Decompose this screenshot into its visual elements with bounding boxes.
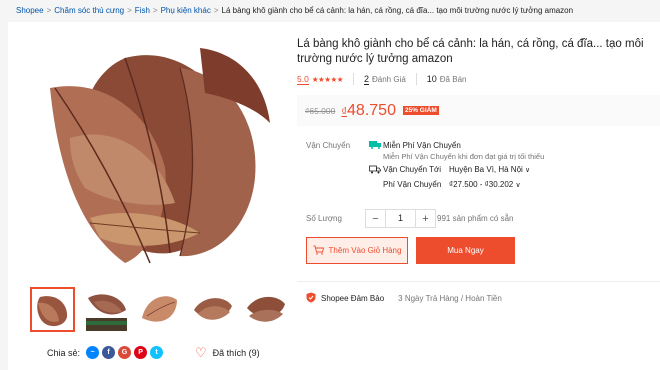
rating-value[interactable]: 5.0: [297, 74, 309, 85]
like-label: Đã thích (9): [212, 347, 260, 358]
facebook-icon[interactable]: f: [102, 346, 116, 359]
rating-stars-icon: ★★★★★: [311, 74, 344, 84]
cart-icon: [313, 245, 324, 257]
available-stock: 991 sản phẩm có sẵn: [437, 214, 514, 223]
breadcrumb-separator: >: [213, 6, 219, 15]
divider: [415, 73, 417, 85]
discount-badge: 25% GIẢM: [402, 106, 439, 115]
add-to-cart-button[interactable]: Thêm Vào Giỏ Hàng: [306, 237, 408, 264]
thumbnail-3[interactable]: [136, 287, 181, 332]
shopee-guarantee[interactable]: Shopee Đảm Bảo 3 Ngày Trả Hàng / Hoàn Ti…: [306, 292, 502, 305]
sold-count: 10: [426, 74, 437, 84]
buy-now-button[interactable]: Mua Ngay: [416, 237, 515, 264]
ship-to-value: Huyện Ba Vì, Hà Nội: [449, 165, 523, 174]
original-price: ₫65.000: [305, 105, 336, 116]
breadcrumb-separator: >: [127, 6, 132, 15]
share-label: Chia sẻ:: [47, 347, 81, 358]
breadcrumb-current: Lá bàng khô giành cho bể cá cảnh: la hán…: [221, 6, 574, 15]
quantity-label: Số Lượng: [306, 214, 342, 223]
shield-icon: [306, 292, 316, 305]
leaf-thumbnail-image: [142, 296, 177, 322]
shipping-fee-dropdown[interactable]: ₫27.500 - ₫30.202 ∨: [449, 180, 521, 189]
pinterest-icon[interactable]: P: [134, 346, 148, 359]
thumbnail-1[interactable]: [30, 287, 75, 332]
breadcrumb-pet-care[interactable]: Chăm sóc thú cưng: [54, 6, 124, 15]
price-box: ₫65.000 ₫48.750 25% GIẢM: [297, 95, 660, 126]
breadcrumb-shopee[interactable]: Shopee: [16, 6, 44, 15]
sold-label: Đã Bán: [439, 74, 467, 84]
product-main-image[interactable]: [30, 28, 275, 278]
breadcrumb: Shopee > Chăm sóc thú cưng > Fish > Phụ kiện k…: [16, 6, 573, 15]
free-shipping-icon: [369, 140, 382, 151]
review-count[interactable]: 2: [363, 74, 369, 85]
sale-price-value: 48.750: [347, 101, 396, 119]
breadcrumb-fish[interactable]: Fish: [135, 6, 150, 15]
ship-to-label: Vận Chuyển Tới: [383, 165, 442, 174]
quantity-stepper: − 1 +: [365, 209, 436, 228]
twitter-icon[interactable]: t: [150, 346, 164, 359]
thumbnail-5[interactable]: [242, 287, 287, 332]
leaf-thumbnail-image: [86, 294, 127, 331]
product-stats: 5.0 ★★★★★ 2 Đánh Giá 10 Đã Bán: [297, 73, 466, 85]
dried-leaves-image: [50, 48, 270, 264]
quantity-increase-button[interactable]: +: [415, 209, 436, 228]
divider: [352, 73, 354, 85]
leaf-thumbnail-image: [37, 296, 68, 327]
share-row: Chia sẻ: ~ f G P t: [47, 346, 166, 359]
thumbnail-strip: [30, 287, 287, 332]
shipping-fee-label: Phí Vận Chuyển: [383, 180, 442, 189]
breadcrumb-separator: >: [46, 6, 52, 15]
shipping-fee-value: ₫27.500 - ₫30.202: [449, 180, 514, 189]
review-label: Đánh Giá: [371, 74, 406, 84]
quantity-decrease-button[interactable]: −: [365, 209, 386, 228]
breadcrumb-accessories[interactable]: Phụ kiện khác: [161, 6, 211, 15]
chevron-down-icon: ∨: [515, 182, 521, 189]
messenger-icon[interactable]: ~: [86, 346, 100, 359]
like-button[interactable]: ♡ Đã thích (9): [195, 346, 260, 359]
free-shipping-subtitle: Miễn Phí Vận Chuyển khi đơn đạt giá trị …: [383, 152, 545, 161]
leaf-thumbnail-image: [247, 296, 285, 322]
divider: [297, 281, 660, 282]
truck-icon: [369, 165, 381, 176]
ship-to-dropdown[interactable]: Huyện Ba Vì, Hà Nội ∨: [449, 165, 530, 174]
sale-price: ₫48.750: [341, 102, 396, 120]
chevron-down-icon: ∨: [525, 167, 531, 174]
leaf-thumbnail-image: [194, 298, 232, 320]
free-shipping-title: Miễn Phí Vận Chuyển: [383, 141, 461, 150]
heart-icon: ♡: [195, 345, 207, 360]
thumbnail-4[interactable]: [189, 287, 234, 332]
breadcrumb-separator: >: [152, 6, 158, 15]
google-plus-icon[interactable]: G: [118, 346, 132, 359]
guarantee-subtitle: 3 Ngày Trả Hàng / Hoàn Tiền: [398, 294, 502, 303]
product-title: Lá bàng khô giành cho bể cá cảnh: la hán…: [297, 38, 644, 65]
thumbnail-2[interactable]: [83, 287, 128, 332]
guarantee-title: Shopee Đảm Bảo: [321, 294, 385, 303]
shipping-label: Vận Chuyển: [306, 141, 351, 150]
quantity-input[interactable]: 1: [386, 209, 415, 228]
add-to-cart-label: Thêm Vào Giỏ Hàng: [328, 246, 402, 255]
